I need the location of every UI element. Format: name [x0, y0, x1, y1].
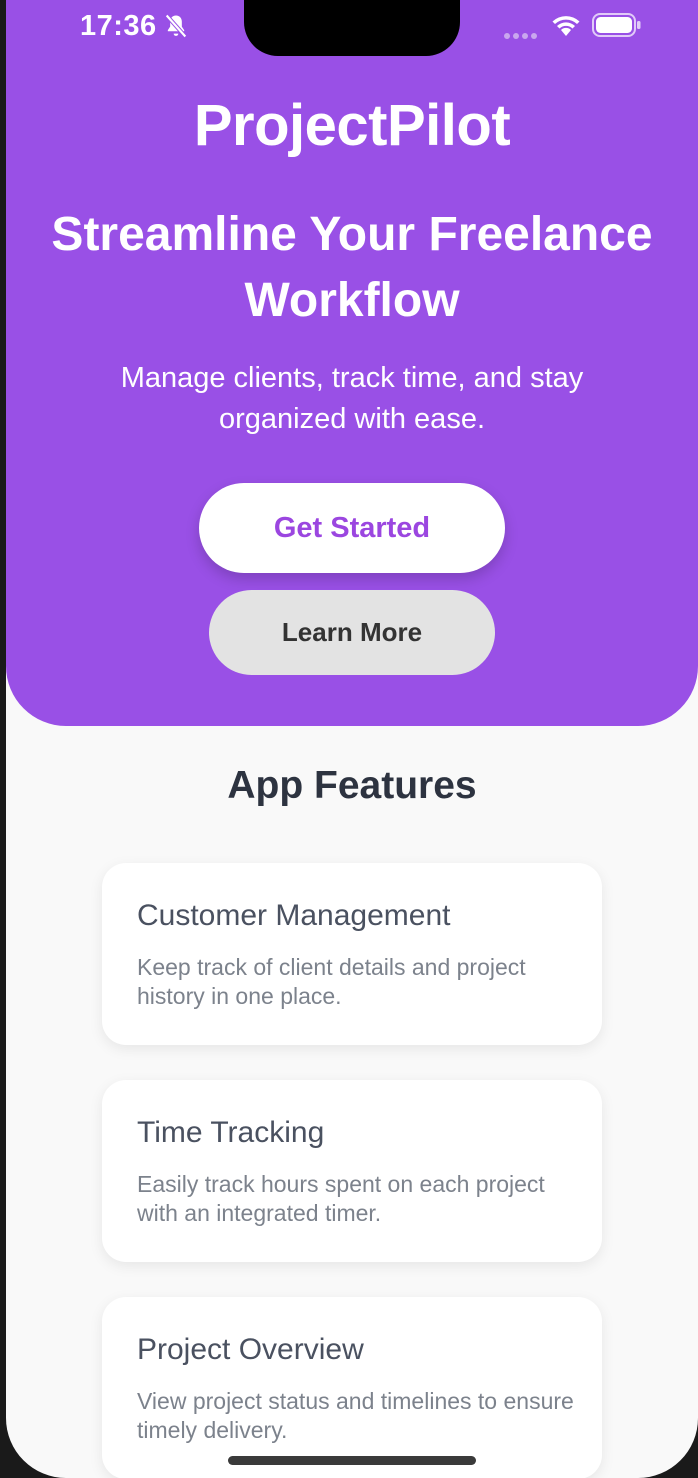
signal-dots-icon	[503, 27, 539, 45]
feature-card-title: Customer Management	[137, 899, 451, 932]
feature-card-description: View project status and timelines to ens…	[137, 1388, 574, 1443]
status-bar: 17:36	[6, 0, 698, 56]
hero-subheadline: Manage clients, track time, and stay org…	[120, 362, 584, 435]
battery-icon	[592, 13, 642, 42]
get-started-button[interactable]: Get Started	[199, 483, 505, 573]
wifi-icon	[551, 12, 581, 43]
home-indicator[interactable]	[228, 1456, 476, 1465]
feature-card-time-tracking[interactable]: Time Tracking Easily track hours spent o…	[102, 1080, 602, 1262]
status-time: 17:36	[80, 10, 157, 42]
app-title: ProjectPilot	[193, 93, 511, 158]
hero-section: 17:36 ProjectPilot Streamline Your Freel…	[6, 0, 698, 726]
feature-card-customer-management[interactable]: Customer Management Keep track of client…	[102, 863, 602, 1045]
feature-card-description: Easily track hours spent on each project…	[137, 1171, 545, 1226]
feature-card-title: Time Tracking	[137, 1116, 325, 1149]
bell-slash-icon	[162, 12, 190, 45]
hero-headline: Streamline Your Freelance Workflow	[51, 208, 653, 327]
features-section-title: App Features	[227, 764, 477, 807]
learn-more-button[interactable]: Learn More	[209, 590, 495, 675]
dynamic-island	[244, 0, 460, 56]
phone-screen: 17:36 ProjectPilot Streamline Your Freel…	[6, 0, 698, 1478]
feature-card-description: Keep track of client details and project…	[137, 954, 526, 1009]
feature-card-project-overview[interactable]: Project Overview View project status and…	[102, 1297, 602, 1478]
feature-card-title: Project Overview	[137, 1333, 364, 1366]
